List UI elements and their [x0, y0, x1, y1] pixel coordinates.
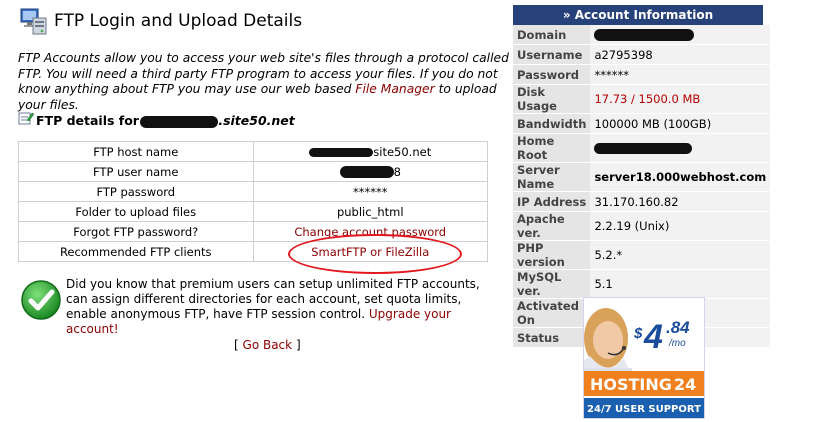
account-value: 31.170.160.82 — [590, 191, 771, 212]
account-key: Activated On — [513, 298, 591, 328]
go-back-open-bracket: [ — [234, 338, 239, 352]
table-row: FTP user name 8 — [18, 161, 488, 182]
forgot-password-label: Forgot FTP password? — [18, 221, 254, 242]
price-dec: .84 — [666, 318, 690, 337]
page-title: FTP Login and Upload Details — [54, 11, 303, 31]
file-manager-link[interactable]: File Manager — [355, 82, 434, 96]
account-key: Domain — [513, 25, 591, 45]
table-row: Disk Usage 17.73 / 1500.0 MB — [513, 84, 771, 114]
account-value: 5.1 — [590, 269, 771, 299]
price-unit: /mo — [668, 338, 686, 349]
account-key: Username — [513, 44, 591, 65]
upload-folder-value: public_html — [252, 201, 488, 222]
account-key: IP Address — [513, 191, 591, 212]
redaction-mark — [594, 143, 693, 154]
table-row: MySQL ver. 5.1 — [513, 269, 771, 299]
support-text: 24/7 USER SUPPORT — [587, 404, 701, 415]
account-value: 5.2.* — [590, 240, 771, 270]
account-value: a2795398 — [590, 44, 771, 65]
ftp-details-title: FTP details for .site50.net — [36, 113, 295, 128]
account-value: server18.000webhost.com — [590, 162, 771, 192]
redaction-mark — [594, 29, 695, 41]
account-value: ****** — [590, 64, 771, 85]
checkmark-icon — [21, 280, 61, 320]
account-key: PHP version — [513, 240, 591, 270]
table-row: FTP host name site50.net — [18, 141, 488, 162]
table-row: IP Address 31.170.160.82 — [513, 191, 771, 212]
table-row: Home Root — [513, 133, 771, 163]
ftp-user-suffix: 8 — [393, 164, 401, 179]
table-row: Folder to upload files public_html — [18, 201, 488, 222]
price-dollar: $ — [633, 325, 643, 342]
table-row: Bandwidth 100000 MB (100GB) — [513, 113, 771, 134]
ftp-user-label: FTP user name — [18, 161, 254, 182]
table-row: Server Name server18.000webhost.com — [513, 162, 771, 192]
ftp-computer-icon — [20, 8, 47, 35]
redaction-mark — [140, 115, 219, 128]
premium-tip: Did you know that premium users can setu… — [66, 277, 486, 337]
account-key: Home Root — [513, 133, 591, 163]
price-int: 4 — [643, 318, 663, 356]
table-row: PHP version 5.2.* — [513, 240, 771, 270]
go-back-close-bracket: ] — [295, 338, 301, 352]
ftp-details-prefix: FTP details for — [36, 113, 139, 128]
account-domain-value — [590, 25, 771, 45]
ftp-host-suffix: site50.net — [373, 144, 432, 159]
account-key: Disk Usage — [513, 84, 591, 114]
account-key: MySQL ver. — [513, 269, 591, 299]
ftp-password-label: FTP password — [18, 181, 254, 202]
table-row: FTP password ****** — [18, 181, 488, 202]
account-value: 2.2.19 (Unix) — [590, 211, 771, 241]
redaction-mark — [339, 166, 394, 178]
go-back: [ Go Back ] — [234, 338, 301, 352]
upload-folder-label: Folder to upload files — [18, 201, 254, 222]
table-row: Username a2795398 — [513, 44, 771, 65]
table-row: Domain — [513, 25, 771, 45]
account-value: 100000 MB (100GB) — [590, 113, 771, 134]
support-agent-image: $ 4 .84 /mo HOSTING 24 24/7 USER SUPPORT — [584, 298, 704, 418]
account-home-root-value — [590, 133, 771, 163]
hosting24-ad-banner[interactable]: $ 4 .84 /mo HOSTING 24 24/7 USER SUPPORT — [583, 297, 705, 419]
ftp-user-value: 8 — [252, 161, 488, 182]
intro-text: FTP Accounts allow you to access your we… — [18, 51, 518, 113]
ftp-host-value: site50.net — [252, 141, 488, 162]
go-back-link[interactable]: Go Back — [243, 338, 293, 352]
account-key: Status — [513, 327, 591, 348]
brand-name: HOSTING — [590, 375, 672, 394]
account-value: 17.73 / 1500.0 MB — [590, 84, 771, 114]
red-annotation-circle — [288, 234, 462, 274]
ftp-password-value: ****** — [252, 181, 488, 202]
account-key: Bandwidth — [513, 113, 591, 134]
ftp-host-label: FTP host name — [18, 141, 254, 162]
table-row: Password ****** — [513, 64, 771, 85]
account-info-header: » Account Information — [513, 5, 763, 25]
account-key: Apache ver. — [513, 211, 591, 241]
ftp-details-domain-suffix: .site50.net — [218, 113, 295, 128]
redaction-mark — [309, 147, 374, 157]
edit-document-icon — [18, 112, 34, 125]
account-key: Password — [513, 64, 591, 85]
recommended-clients-label: Recommended FTP clients — [18, 241, 254, 262]
ftp-details-domain: .site50.net — [140, 113, 295, 128]
table-row: Apache ver. 2.2.19 (Unix) — [513, 211, 771, 241]
account-key: Server Name — [513, 162, 591, 192]
brand-number: 24 — [674, 375, 696, 394]
